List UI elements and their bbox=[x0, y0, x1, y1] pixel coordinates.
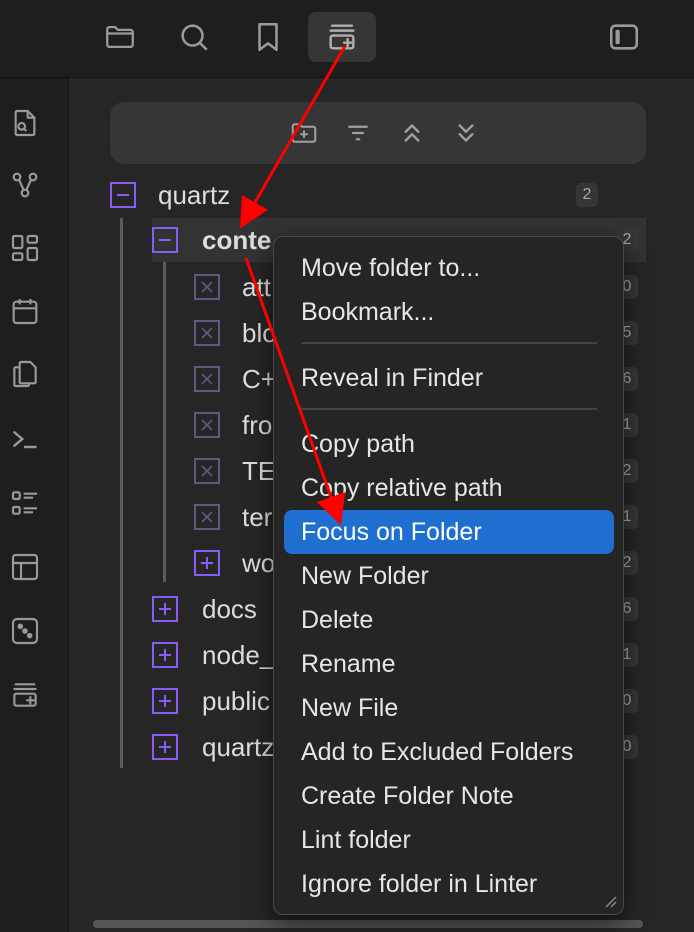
empty-folder-icon[interactable] bbox=[194, 274, 220, 300]
folder-label: wo bbox=[242, 547, 276, 578]
empty-folder-icon[interactable] bbox=[194, 458, 220, 484]
menu-item-new-folder[interactable]: New Folder bbox=[284, 554, 614, 598]
expand-all-icon[interactable] bbox=[449, 116, 483, 150]
file-explorer-nav bbox=[110, 102, 646, 164]
dice-icon[interactable] bbox=[7, 613, 43, 649]
list-icon[interactable] bbox=[7, 485, 43, 521]
menu-item-new-file[interactable]: New File bbox=[284, 686, 614, 730]
menu-item-create-folder-note[interactable]: Create Folder Note bbox=[284, 774, 614, 818]
menu-separator bbox=[301, 342, 597, 344]
empty-folder-icon[interactable] bbox=[194, 320, 220, 346]
search-icon[interactable] bbox=[160, 12, 228, 62]
sidebar-toggle-icon[interactable] bbox=[590, 12, 658, 62]
stack-add-icon[interactable] bbox=[7, 677, 43, 713]
layout-icon[interactable] bbox=[7, 549, 43, 585]
menu-item-bookmark[interactable]: Bookmark... bbox=[284, 290, 614, 334]
folder-label: blo bbox=[242, 317, 277, 348]
resize-grip-icon[interactable] bbox=[603, 894, 617, 908]
folder-label: conte bbox=[202, 224, 272, 255]
context-menu: Move folder to... Bookmark... Reveal in … bbox=[273, 236, 624, 915]
tree-indent-guide bbox=[163, 262, 166, 582]
terminal-icon[interactable] bbox=[7, 421, 43, 457]
graph-icon[interactable] bbox=[7, 167, 43, 203]
menu-item-lint-folder[interactable]: Lint folder bbox=[284, 818, 614, 862]
bookmark-icon[interactable] bbox=[234, 12, 302, 62]
collapse-all-icon[interactable] bbox=[395, 116, 429, 150]
new-folder-icon[interactable] bbox=[287, 116, 321, 150]
expand-icon[interactable] bbox=[152, 734, 178, 760]
folder-label: docs bbox=[202, 593, 257, 624]
top-toolbar bbox=[0, 0, 694, 78]
collapse-icon[interactable] bbox=[110, 182, 136, 208]
menu-item-copy-path[interactable]: Copy path bbox=[284, 422, 614, 466]
left-ribbon bbox=[0, 78, 69, 932]
folder-label: ter bbox=[242, 501, 273, 532]
copy-icon[interactable] bbox=[7, 356, 43, 392]
menu-item-add-to-excluded[interactable]: Add to Excluded Folders bbox=[284, 730, 614, 774]
expand-icon[interactable] bbox=[194, 550, 220, 576]
folder-label: quartz bbox=[158, 179, 231, 210]
folder-row-quartz[interactable]: quartz 2 bbox=[110, 173, 646, 217]
empty-folder-icon[interactable] bbox=[194, 412, 220, 438]
empty-folder-icon[interactable] bbox=[194, 366, 220, 392]
folder-label: node_ bbox=[202, 639, 275, 670]
file-search-icon[interactable] bbox=[7, 105, 43, 141]
sort-icon[interactable] bbox=[341, 116, 375, 150]
expand-icon[interactable] bbox=[152, 688, 178, 714]
folder-label: att bbox=[242, 271, 271, 302]
new-tab-stack-icon[interactable] bbox=[308, 12, 376, 62]
menu-item-focus-on-folder[interactable]: Focus on Folder bbox=[284, 510, 614, 554]
horizontal-scrollbar[interactable] bbox=[93, 920, 643, 928]
dashboard-icon[interactable] bbox=[7, 230, 43, 266]
expand-icon[interactable] bbox=[152, 596, 178, 622]
file-count-badge: 2 bbox=[576, 183, 598, 207]
menu-item-move-folder[interactable]: Move folder to... bbox=[284, 246, 614, 290]
folder-icon[interactable] bbox=[86, 12, 154, 62]
collapse-icon[interactable] bbox=[152, 227, 178, 253]
folder-label: fro bbox=[242, 409, 273, 440]
menu-separator bbox=[301, 408, 597, 410]
menu-item-reveal-in-finder[interactable]: Reveal in Finder bbox=[284, 356, 614, 400]
folder-label: TE bbox=[242, 455, 276, 486]
menu-item-rename[interactable]: Rename bbox=[284, 642, 614, 686]
menu-item-copy-relative-path[interactable]: Copy relative path bbox=[284, 466, 614, 510]
folder-label: quartz bbox=[202, 731, 275, 762]
tree-indent-guide bbox=[120, 218, 123, 768]
calendar-icon[interactable] bbox=[7, 293, 43, 329]
folder-label: C+ bbox=[242, 363, 276, 394]
expand-icon[interactable] bbox=[152, 642, 178, 668]
menu-item-ignore-folder-in-linter[interactable]: Ignore folder in Linter bbox=[284, 862, 614, 906]
menu-item-delete[interactable]: Delete bbox=[284, 598, 614, 642]
folder-label: public bbox=[202, 685, 270, 716]
empty-folder-icon[interactable] bbox=[194, 504, 220, 530]
